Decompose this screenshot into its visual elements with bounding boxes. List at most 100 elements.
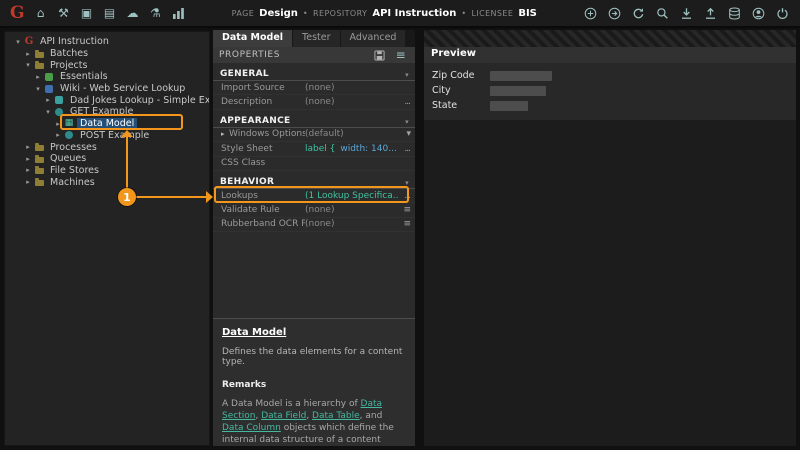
user-icon[interactable] xyxy=(750,5,766,21)
licensee-value[interactable]: BIS xyxy=(518,8,537,19)
home-icon[interactable]: ⌂ xyxy=(33,5,49,21)
dropdown-button[interactable]: ≡ xyxy=(398,205,410,215)
tree-item-essentials[interactable]: ▸Essentials xyxy=(5,71,209,83)
section-title: GENERAL xyxy=(220,69,269,79)
collapse-chevron-icon[interactable]: ▾ xyxy=(405,71,409,79)
tree-item-batches[interactable]: ▸Batches xyxy=(5,48,209,60)
chevron-down-icon[interactable]: ▾ xyxy=(398,129,410,139)
expand-arrow-icon[interactable]: ▸ xyxy=(221,130,229,138)
grooper-logo: G xyxy=(10,5,25,22)
chart-icon[interactable] xyxy=(171,5,187,21)
tree-item-wiki-web-service-lookup[interactable]: ▾ Wiki - Web Service Lookup xyxy=(5,83,209,95)
page-value[interactable]: Design xyxy=(259,8,298,19)
cloud-upload-icon[interactable]: ☁ xyxy=(125,5,141,21)
tree-item-label: Machines xyxy=(47,177,98,188)
tree-item-data-model[interactable]: ▸▦Data Model xyxy=(5,118,209,130)
grooper-icon: G xyxy=(23,37,35,47)
ellipsis-button[interactable]: ... xyxy=(398,191,410,201)
center-panel: Data ModelTesterAdvanced PROPERTIES ≡ GE… xyxy=(213,30,415,446)
tab-advanced[interactable]: Advanced xyxy=(341,30,407,47)
help-link-data-column[interactable]: Data Column xyxy=(222,423,281,433)
add-circle-icon[interactable] xyxy=(582,5,598,21)
property-row-validate-rule[interactable]: Validate Rule(none)≡ xyxy=(213,203,415,217)
city-input[interactable] xyxy=(490,86,546,96)
help-remarks-text: A Data Model is a hierarchy of Data Sect… xyxy=(222,398,406,446)
tab-tester[interactable]: Tester xyxy=(293,30,340,47)
property-row-style-sheet[interactable]: Style Sheetlabel {width: 140...... xyxy=(213,142,415,156)
property-label: Style Sheet xyxy=(221,144,305,154)
tab-data-model[interactable]: Data Model xyxy=(213,30,293,47)
expand-arrow-icon[interactable]: ▸ xyxy=(23,143,33,151)
tree-item-label: Processes xyxy=(47,142,100,153)
expand-arrow-icon[interactable]: ▾ xyxy=(43,108,53,116)
search-icon[interactable] xyxy=(654,5,670,21)
upload-icon[interactable] xyxy=(702,5,718,21)
tree-item-post-example[interactable]: ▸ POST Example xyxy=(5,130,209,142)
property-label: Rubberband OCR Profile xyxy=(221,219,305,229)
save-icon[interactable]: ▣ xyxy=(79,5,95,21)
expand-arrow-icon[interactable]: ▸ xyxy=(33,73,43,81)
property-row-rubberband-ocr-profile[interactable]: Rubberband OCR Profile(none)≡ xyxy=(213,218,415,232)
section-header-general[interactable]: GENERAL ▾ xyxy=(213,66,415,81)
tree-item-processes[interactable]: ▸ Processes xyxy=(5,141,209,153)
refresh-icon[interactable] xyxy=(630,5,646,21)
help-link-data-table[interactable]: Data Table xyxy=(312,411,360,421)
property-row-description[interactable]: Description(none)... xyxy=(213,95,415,109)
download-icon[interactable] xyxy=(678,5,694,21)
preview-field-row: Zip Code xyxy=(432,68,788,83)
section-header-appearance[interactable]: APPEARANCE▾ xyxy=(213,113,415,128)
section-header-behavior[interactable]: BEHAVIOR▾ xyxy=(213,174,415,189)
property-row-windows-options[interactable]: ▸Windows Options(default)▾ xyxy=(213,128,415,142)
property-value: label {width: 140... xyxy=(305,144,398,154)
expand-arrow-icon[interactable]: ▸ xyxy=(43,96,53,104)
tree-item-machines[interactable]: ▸ Machines xyxy=(5,176,209,188)
tree-item-get-example[interactable]: ▾GET Example xyxy=(5,106,209,118)
dropdown-button[interactable]: ≡ xyxy=(398,219,410,229)
expand-arrow-icon[interactable]: ▾ xyxy=(13,38,23,46)
tools-icon[interactable]: ⚒ xyxy=(56,5,72,21)
expand-arrow-icon[interactable]: ▸ xyxy=(23,166,33,174)
database-icon[interactable] xyxy=(726,5,742,21)
property-value: (1 Lookup Specifica... xyxy=(305,191,398,201)
tree-item-dad-jokes-lookup-simple-example[interactable]: ▸Dad Jokes Lookup - Simple Example xyxy=(5,94,209,106)
preview-panel: Preview Zip CodeCityState xyxy=(424,30,796,446)
expand-arrow-icon[interactable]: ▸ xyxy=(53,120,63,128)
help-pane: Data Model Defines the data elements for… xyxy=(213,318,415,446)
zip-code-input[interactable] xyxy=(490,71,552,81)
property-row-css-class[interactable]: CSS Class xyxy=(213,157,415,171)
expand-arrow-icon[interactable]: ▸ xyxy=(23,178,33,186)
help-link-data-field[interactable]: Data Field xyxy=(261,411,306,421)
state-input[interactable] xyxy=(490,101,528,111)
ellipsis-button[interactable]: ... xyxy=(398,97,410,107)
collapse-chevron-icon[interactable]: ▾ xyxy=(405,179,409,187)
help-title: Data Model xyxy=(222,327,406,338)
expand-arrow-icon[interactable]: ▾ xyxy=(23,61,33,69)
data-model-icon: ▦ xyxy=(63,119,75,128)
property-row-lookups[interactable]: Lookups(1 Lookup Specifica...... xyxy=(213,189,415,203)
tree-item-projects[interactable]: ▾Projects xyxy=(5,59,209,71)
property-row-import-source[interactable]: Import Source(none) xyxy=(213,81,415,95)
tree-item-label: Queues xyxy=(47,153,89,164)
field-label-state: State xyxy=(432,100,490,111)
expand-arrow-icon[interactable]: ▸ xyxy=(53,131,63,139)
expand-arrow-icon[interactable]: ▾ xyxy=(33,85,43,93)
tree-item-api-instruction[interactable]: ▾GAPI Instruction xyxy=(5,36,209,48)
save-properties-icon[interactable] xyxy=(371,47,387,63)
ellipsis-button[interactable]: ... xyxy=(398,144,410,154)
power-icon[interactable] xyxy=(774,5,790,21)
tree-item-file-stores[interactable]: ▸File Stores xyxy=(5,165,209,177)
package-icon[interactable]: ▤ xyxy=(102,5,118,21)
tree-item-label: Wiki - Web Service Lookup xyxy=(57,83,188,94)
go-circle-icon[interactable] xyxy=(606,5,622,21)
tree-item-queues[interactable]: ▸ Queues xyxy=(5,153,209,165)
tree-item-label: POST Example xyxy=(77,130,152,141)
preview-title: Preview xyxy=(424,47,796,63)
tree-item-label: Data Model xyxy=(77,118,137,129)
expand-arrow-icon[interactable]: ▸ xyxy=(23,50,33,58)
property-label: CSS Class xyxy=(221,158,305,168)
repository-value[interactable]: API Instruction xyxy=(372,8,456,19)
expand-arrow-icon[interactable]: ▸ xyxy=(23,155,33,163)
menu-icon[interactable]: ≡ xyxy=(393,47,409,63)
flask-icon[interactable]: ⚗ xyxy=(148,5,164,21)
collapse-chevron-icon[interactable]: ▾ xyxy=(405,118,409,126)
